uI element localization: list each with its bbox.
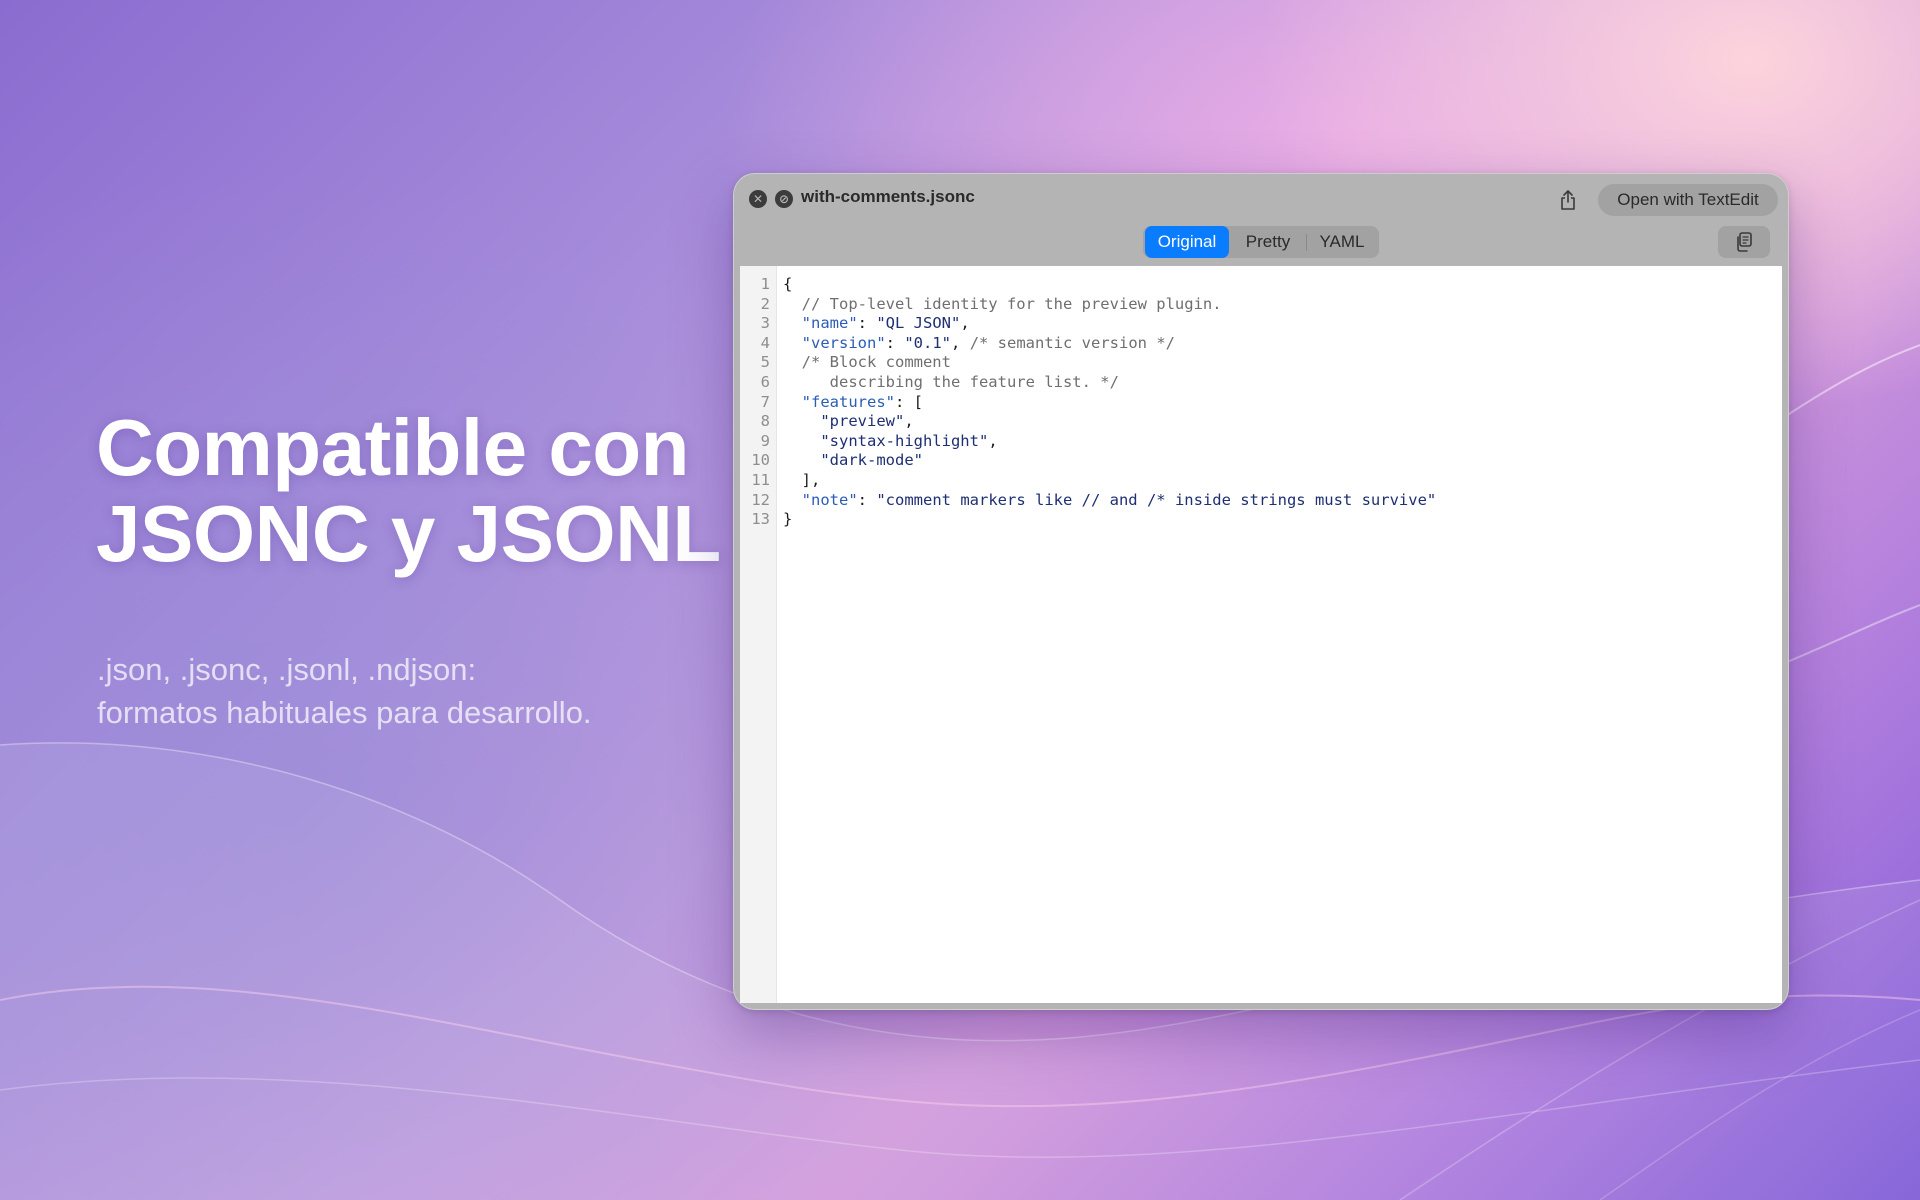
code-text: "name": "QL JSON", [783,314,970,334]
close-icon[interactable]: ✕ [749,190,767,208]
code-text: { [783,275,792,295]
code-token: "syntax-highlight" [820,431,989,450]
line-number: 11 [751,471,770,489]
code-text: "note": "comment markers like // and /* … [783,490,1437,511]
quicklook-window: ✕ ⊘ with-comments.jsonc Open with TextEd… [733,173,1789,1010]
subheadline: .json, .jsonc, .jsonl, .ndjson: formatos… [97,648,592,734]
code-token: "preview" [820,412,905,431]
code-text: /* Block comment [783,353,951,373]
code-token: : [857,314,877,333]
code-token: , [988,431,998,450]
code-text: "dark-mode" [783,451,923,471]
share-icon[interactable] [1554,186,1582,214]
line-number: 8 [760,412,770,431]
code-token: /* Block comment [783,353,951,372]
copy-button[interactable] [1718,226,1770,258]
headline-line-1: Compatible con [96,403,690,492]
code-token: } [783,510,793,529]
code-text: "preview", [783,412,914,432]
code-token: : [ [895,392,923,411]
copy-icon [1737,232,1752,252]
code-text: } [783,510,792,530]
code-token: "note" [801,490,858,509]
code-token: "version" [801,333,886,352]
code-token: "dark-mode" [820,451,923,470]
code-token: , [951,333,970,352]
line-number: 2 [760,294,770,313]
code-token: , [960,314,970,333]
line-number: 5 [760,353,770,372]
line-number: 13 [751,510,770,529]
headline-line-2: JSONC y JSONL [96,489,721,578]
line-number: 10 [751,451,770,470]
window-title: with-comments.jsonc [801,187,975,206]
code-token: describing the feature list. */ [783,373,1119,391]
subheadline-line-1: .json, .jsonc, .jsonl, .ndjson: [97,652,477,687]
line-number: 6 [760,373,770,391]
tab-pretty[interactable]: Pretty [1231,226,1305,258]
code-text: ], [783,471,821,491]
code-token: , [904,412,914,431]
code-token: /* semantic version */ [969,333,1175,352]
code-token: "name" [801,314,858,333]
tab-original[interactable]: Original [1145,226,1229,258]
open-with-textedit-button[interactable]: Open with TextEdit [1598,184,1778,216]
line-number: 1 [760,275,770,293]
title-bar: ✕ ⊘ with-comments.jsonc Open with TextEd… [734,174,1788,266]
code-text: "syntax-highlight", [783,431,998,452]
code-editor[interactable]: 1 {2 // Top-level identity for the previe… [740,266,1782,1003]
code-token: : [857,490,877,509]
code-token: "QL JSON" [876,314,961,333]
view-mode-segmented-control: Original Pretty YAML [1143,226,1379,258]
code-token: "features" [801,392,895,411]
line-number: 4 [760,333,770,352]
code-text: "version": "0.1", /* semantic version */ [783,334,1175,354]
tab-yaml[interactable]: YAML [1307,226,1377,258]
code-token: { [783,275,793,293]
line-number: 7 [760,392,770,411]
code-token: "comment markers like // and /* inside s… [876,490,1437,509]
line-number: 9 [760,431,770,450]
line-number: 12 [751,490,770,509]
line-number: 3 [760,314,770,333]
code-text: describing the feature list. */ [783,373,1119,393]
block-icon[interactable]: ⊘ [775,190,793,208]
code-token: "0.1" [904,333,952,352]
subheadline-line-2: formatos habituales para desarrollo. [97,695,592,730]
headline: Compatible con JSONC y JSONL [96,405,721,577]
code-token: : [885,333,905,352]
code-token: // Top-level identity for the preview pl… [783,294,1222,313]
code-token: ], [783,471,821,489]
code-text: "features": [ [783,393,923,413]
code-text: // Top-level identity for the preview pl… [783,295,1222,315]
